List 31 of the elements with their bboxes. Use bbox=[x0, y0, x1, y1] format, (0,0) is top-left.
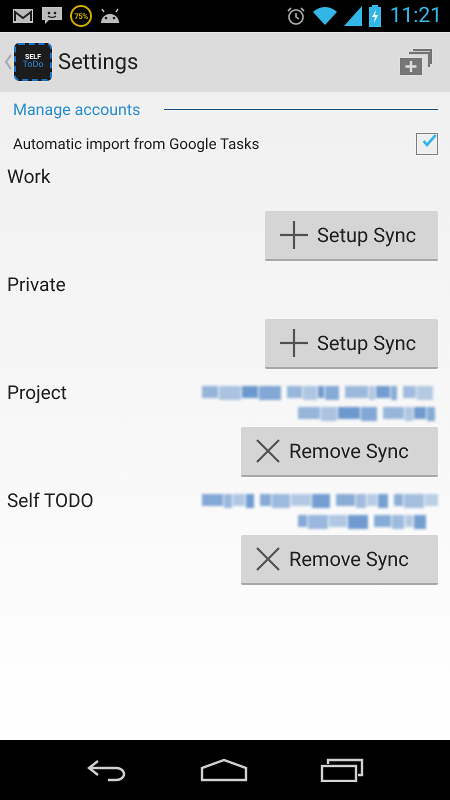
screen-title: Settings bbox=[58, 50, 140, 74]
alarm-icon bbox=[286, 6, 306, 26]
account-name: Private bbox=[7, 273, 66, 296]
setup-sync-button[interactable]: Setup Sync bbox=[265, 319, 438, 369]
section-header: Manage accounts bbox=[13, 100, 140, 119]
caret-icon bbox=[5, 54, 12, 70]
wifi-icon bbox=[312, 6, 337, 26]
close-icon bbox=[255, 438, 281, 464]
back-icon[interactable] bbox=[86, 758, 128, 782]
checkbox[interactable] bbox=[416, 133, 438, 155]
battery-icon bbox=[368, 5, 381, 27]
checkbox-row[interactable]: Automatic import from Google Tasks bbox=[7, 119, 438, 161]
checkbox-label: Automatic import from Google Tasks bbox=[13, 135, 260, 153]
plus-icon bbox=[279, 220, 309, 250]
add-window-icon[interactable] bbox=[400, 49, 432, 75]
account-name: Self TODO bbox=[7, 489, 94, 512]
progress-badge: 75% bbox=[70, 5, 92, 27]
clock-time: 11:21 bbox=[390, 4, 442, 28]
remove-sync-button[interactable]: Remove Sync bbox=[241, 535, 438, 585]
close-icon bbox=[255, 546, 281, 572]
plus-icon bbox=[279, 328, 309, 358]
account-name: Work bbox=[7, 165, 50, 188]
mail-icon bbox=[12, 8, 34, 24]
signal-icon bbox=[344, 6, 362, 26]
home-icon[interactable] bbox=[200, 758, 248, 782]
setup-sync-button[interactable]: Setup Sync bbox=[265, 211, 438, 261]
account-name: Project bbox=[7, 381, 67, 404]
remove-sync-button[interactable]: Remove Sync bbox=[241, 427, 438, 477]
android-icon bbox=[99, 8, 121, 24]
chat-icon bbox=[41, 6, 63, 26]
recent-apps-icon[interactable] bbox=[320, 758, 364, 782]
